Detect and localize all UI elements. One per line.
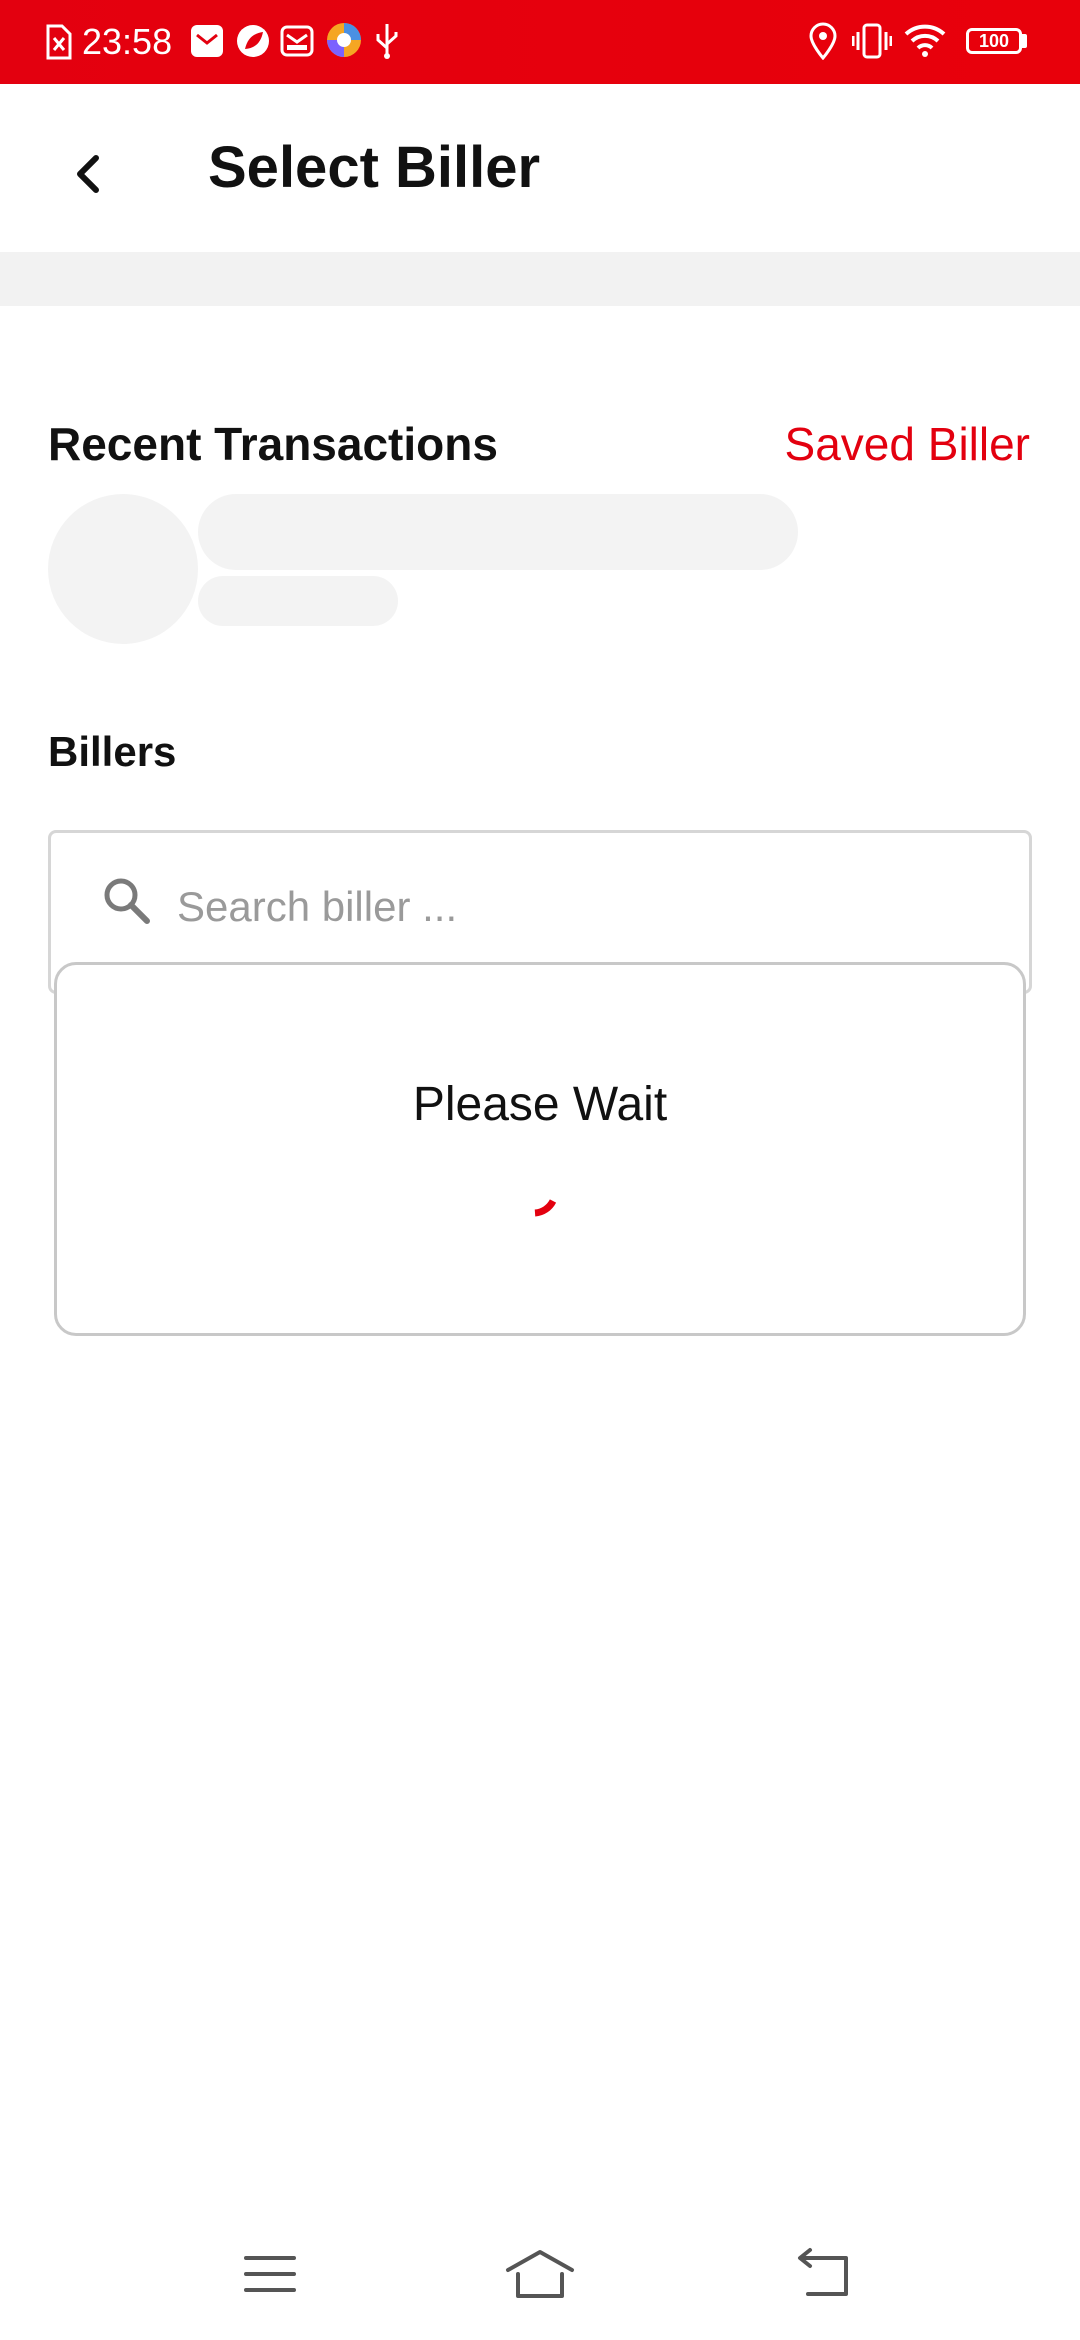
battery-tip [1022,34,1027,48]
mail-icon [191,25,223,57]
app-bar: Select Biller [0,84,1080,252]
billers-title: Billers [48,728,177,775]
leaf-app-icon [237,25,269,57]
back-icon[interactable] [788,2244,860,2304]
vibrate-icon [852,23,892,59]
battery-level: 100 [978,31,1010,51]
location-icon [809,22,837,60]
saved-biller-link[interactable]: Saved Biller [785,414,1030,474]
inbox-icon [280,25,314,57]
wifi-icon [904,24,946,57]
please-wait-message: Please Wait [412,1078,668,1131]
skeleton-avatar [48,494,198,644]
skeleton-line-secondary [198,576,398,626]
browser-icon [327,23,361,57]
chevron-left-icon [77,155,99,193]
sim-error-icon [46,24,72,60]
usb-icon [376,24,398,59]
page-title: Select Biller [208,135,541,200]
system-nav-bar [0,2200,1080,2340]
battery-icon: 100 [966,28,1022,54]
search-icon [104,878,150,924]
recent-transactions-title: Recent Transactions [48,418,498,470]
status-time: 23:58 [82,21,173,62]
status-bar: 23:58 100 [0,0,1080,84]
loading-spinner-icon [534,1199,557,1217]
home-icon[interactable] [504,2244,576,2304]
search-input[interactable] [177,873,997,941]
section-divider [0,252,1080,306]
please-wait-dialog: Please Wait [54,962,1026,1336]
back-button[interactable] [54,138,126,210]
skeleton-line-primary [198,494,798,570]
menu-icon[interactable] [234,2244,306,2304]
